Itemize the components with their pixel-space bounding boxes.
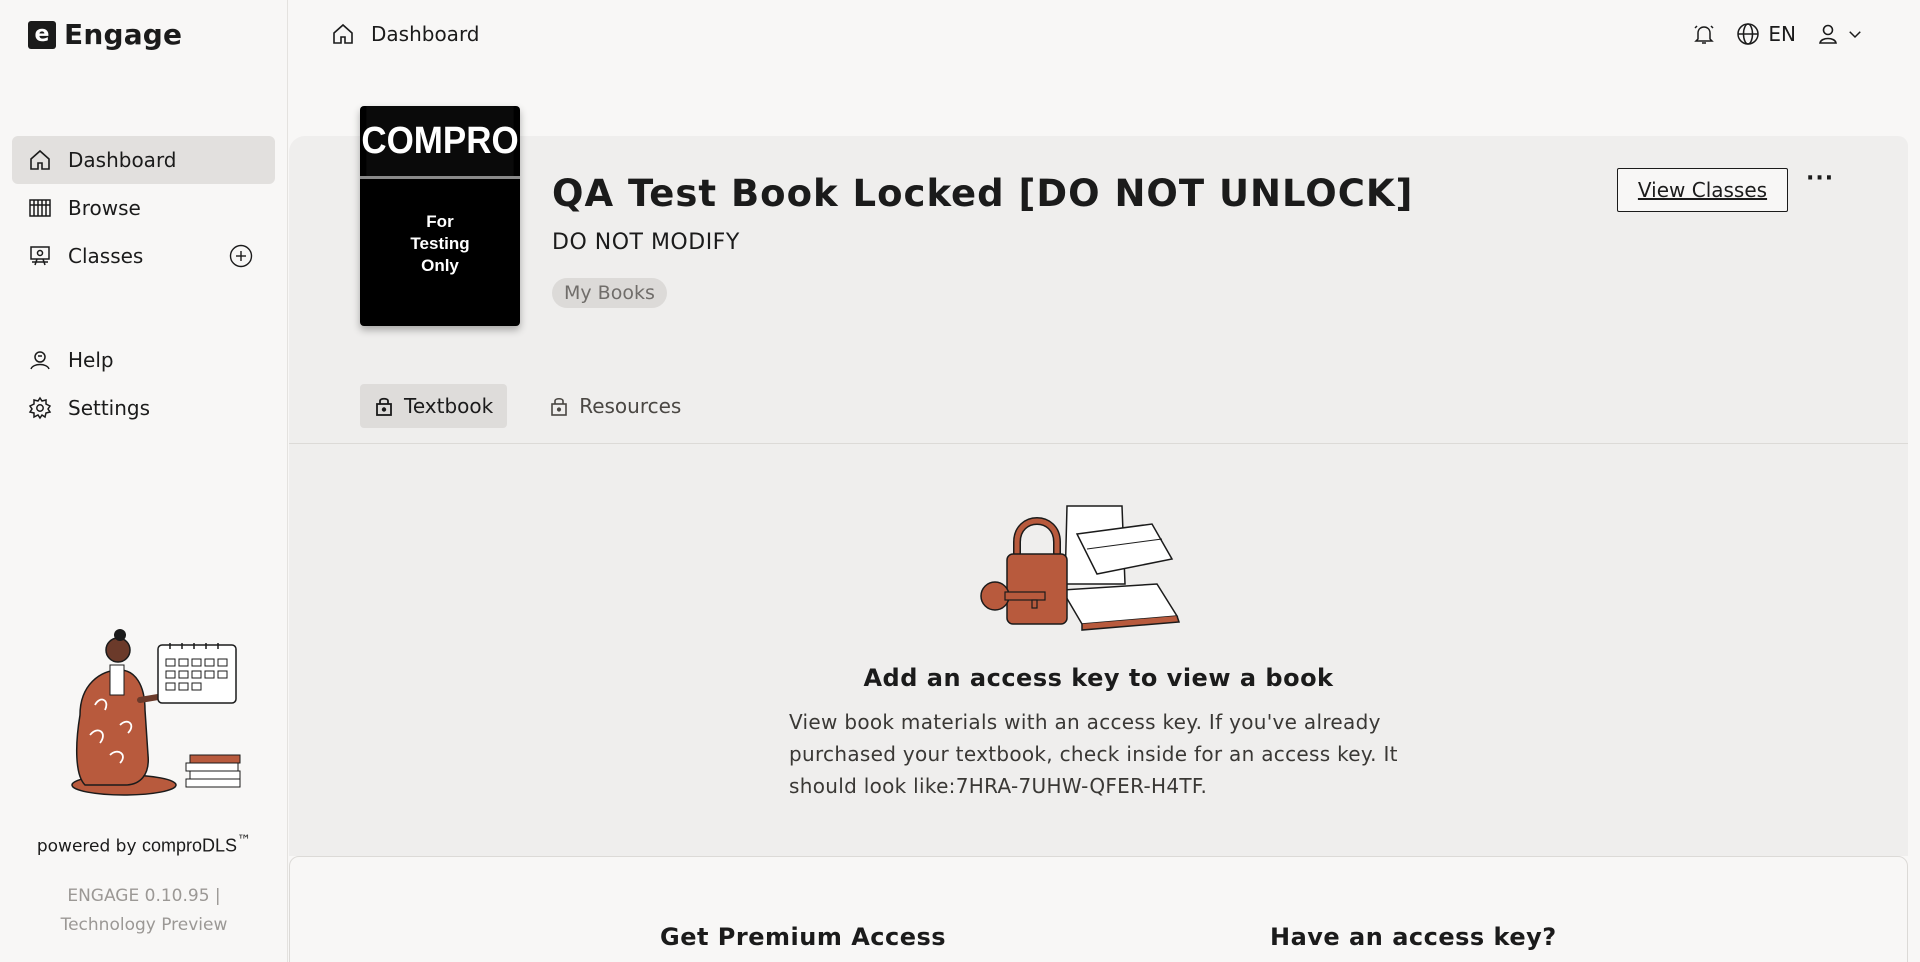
sidebar: e Engage Dashboard Browse Classes Help S… [0,0,288,962]
powered-brand: comproDLS [141,835,237,856]
lock-icon [376,397,392,416]
access-options-card: Get Premium Access Have an access key? [289,856,1908,962]
tab-textbook[interactable]: Textbook [360,384,508,428]
locked-description: View book materials with an access key. … [789,710,1398,798]
app-logo[interactable]: e Engage [28,18,182,51]
home-icon [30,149,50,170]
cover-caption-line: Only [421,256,459,275]
book-cover: COMPRO For Testing Only [360,106,520,326]
version-number: ENGAGE 0.10.95 | [67,886,221,906]
sidebar-item-settings[interactable]: Settings [12,384,275,432]
book-subtitle: DO NOT MODIFY [552,230,740,255]
language-selector[interactable]: EN [1736,22,1796,46]
book-tabs: Textbook Resources [360,384,695,428]
cover-brand: COMPRO [361,106,519,176]
user-menu[interactable] [1816,22,1864,46]
cover-caption-line: Testing [410,234,470,253]
help-icon [30,351,50,370]
logo-mark: e [28,20,56,49]
locked-title: Add an access key to view a book [863,664,1334,692]
gear-icon [28,396,52,420]
sidebar-item-help[interactable]: Help [12,336,275,384]
book-title: QA Test Book Locked [DO NOT UNLOCK] [552,172,1414,215]
access-key-heading: Have an access key? [1270,923,1557,951]
cover-caption-line: For [426,212,454,231]
powered-prefix: powered by [36,836,142,857]
premium-access-heading: Get Premium Access [660,923,947,951]
tab-label: Resources [579,394,682,418]
cover-caption: For Testing Only [360,179,520,277]
sidebar-item-dashboard[interactable]: Dashboard [12,136,275,184]
sidebar-item-label: Dashboard [68,148,177,172]
user-icon [1819,24,1837,44]
version-info: ENGAGE 0.10.95 | Technology Preview [0,882,288,940]
reading-person-illustration [71,629,241,796]
powered-by: powered by comproDLS™ [0,833,288,857]
breadcrumb-label: Dashboard [371,22,480,46]
book-header: COMPRO For Testing Only QA Test Book Loc… [289,106,1908,444]
sidebar-nav: Dashboard Browse Classes Help Settings [12,136,275,432]
home-icon [333,23,353,44]
sidebar-item-browse[interactable]: Browse [12,184,275,232]
lock-icon [551,397,568,416]
tab-resources[interactable]: Resources [535,384,695,428]
tab-label: Textbook [404,394,494,418]
add-class-icon[interactable] [229,244,253,268]
top-bar: Dashboard EN [289,0,1920,72]
sidebar-item-label: Help [68,348,114,372]
top-actions: EN [1692,22,1864,46]
my-books-chip[interactable]: My Books [552,278,667,308]
breadcrumb[interactable]: Dashboard [331,22,480,46]
sidebar-item-label: Browse [68,196,141,220]
notification-bell-icon[interactable] [1692,22,1716,46]
view-classes-button[interactable]: View Classes [1617,168,1788,212]
classroom-icon [30,246,50,266]
globe-icon [1737,23,1760,45]
app-name: Engage [64,18,183,51]
sidebar-item-label: Settings [68,396,151,420]
language-label: EN [1768,22,1796,46]
version-channel: Technology Preview [60,915,228,935]
sidebar-item-label: Classes [68,244,144,268]
more-options-icon[interactable]: ··· [1806,166,1834,191]
powered-trademark: ™ [236,833,252,849]
books-icon [29,199,51,217]
locked-content: Add an access key to view a book View bo… [289,444,1908,856]
locked-book-illustration [980,505,1181,631]
sidebar-item-classes[interactable]: Classes [12,232,275,280]
page-scrollbar[interactable] [1908,136,1920,962]
chevron-down-icon [1849,31,1861,39]
